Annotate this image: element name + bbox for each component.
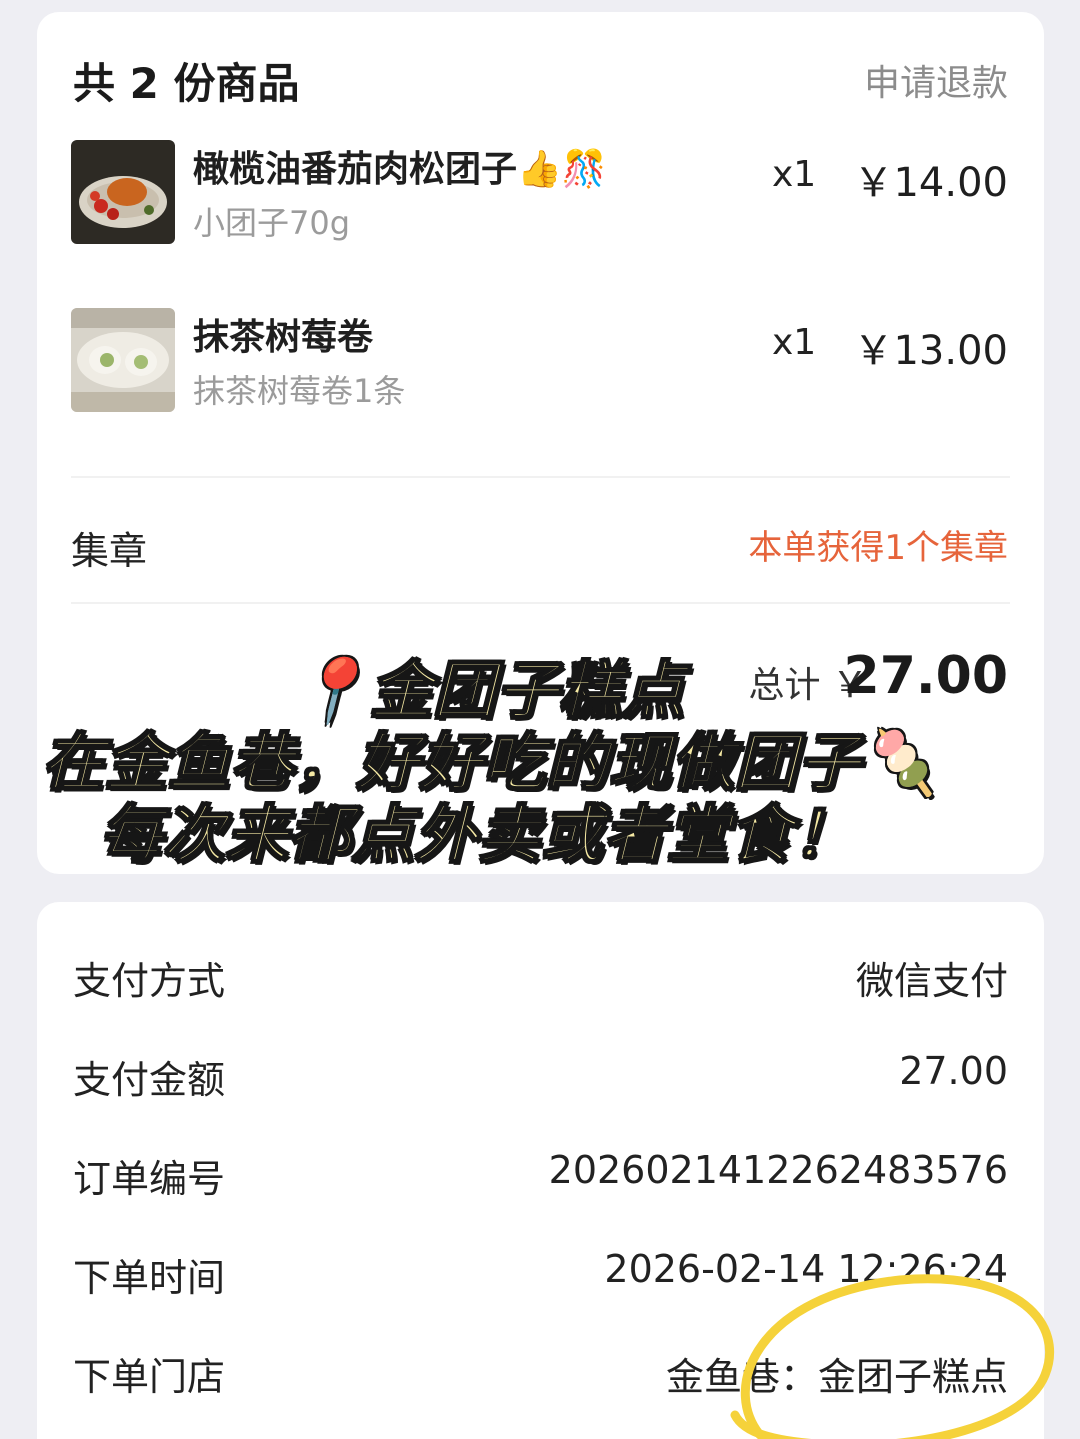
total-amount: 27.00	[843, 646, 1008, 706]
store-row: 下单门店 金鱼巷：金团子糕点	[37, 1346, 1044, 1406]
order-number-row: 订单编号 2026021412262483576	[37, 1148, 1044, 1208]
divider	[71, 602, 1010, 604]
refund-button[interactable]: 申请退款	[864, 54, 1008, 106]
row-label: 下单门店	[73, 1355, 226, 1399]
emoji-decoration: 👍🎊	[517, 149, 607, 190]
item-quantity: x1	[772, 154, 817, 195]
divider	[71, 476, 1010, 478]
item-quantity: x1	[772, 322, 817, 363]
row-label: 支付金额	[73, 1058, 226, 1102]
row-value: 微信支付	[855, 959, 1008, 1003]
item-name: 橄榄油番茄肉松团子👍🎊	[193, 149, 607, 190]
item-thumbnail	[71, 140, 175, 244]
row-label: 下单时间	[73, 1256, 226, 1300]
payment-method-row: 支付方式 微信支付	[37, 950, 1044, 1010]
payment-amount-row: 支付金额 27.00	[37, 1049, 1044, 1109]
item-price: ￥14.00	[853, 160, 1008, 206]
item-name: 抹茶树莓卷	[193, 317, 374, 358]
item-spec: 抹茶树莓卷1条	[193, 372, 406, 410]
row-value[interactable]: 2026021412262483576	[549, 1148, 1008, 1192]
items-count-title: 共 2 份商品	[73, 59, 300, 108]
order-items-card: 共 2 份商品 申请退款 橄榄油番茄肉松团子👍🎊 小团子70g x1 ￥14.0…	[37, 12, 1044, 874]
order-time-row: 下单时间 2026-02-14 12:26:24	[37, 1247, 1044, 1307]
item-thumbnail	[71, 308, 175, 412]
order-item[interactable]: 橄榄油番茄肉松团子👍🎊 小团子70g x1 ￥14.00	[37, 140, 1044, 250]
order-item[interactable]: 抹茶树莓卷 抹茶树莓卷1条 x1 ￥13.00	[37, 308, 1044, 418]
item-price: ￥13.00	[853, 328, 1008, 374]
payment-info-card: 支付方式 微信支付 支付金额 27.00 订单编号 20260214122624…	[37, 902, 1044, 1439]
order-detail-page: 共 2 份商品 申请退款 橄榄油番茄肉松团子👍🎊 小团子70g x1 ￥14.0…	[0, 0, 1080, 1439]
stamp-value: 本单获得1个集章	[748, 528, 1008, 568]
row-value: 金鱼巷：金团子糕点	[665, 1355, 1008, 1399]
stamp-label: 集章	[71, 529, 148, 573]
row-label: 支付方式	[73, 959, 226, 1003]
row-label: 订单编号	[73, 1157, 226, 1201]
row-value: 2026-02-14 12:26:24	[604, 1247, 1008, 1291]
item-spec: 小团子70g	[193, 204, 351, 242]
row-value: 27.00	[899, 1049, 1008, 1093]
